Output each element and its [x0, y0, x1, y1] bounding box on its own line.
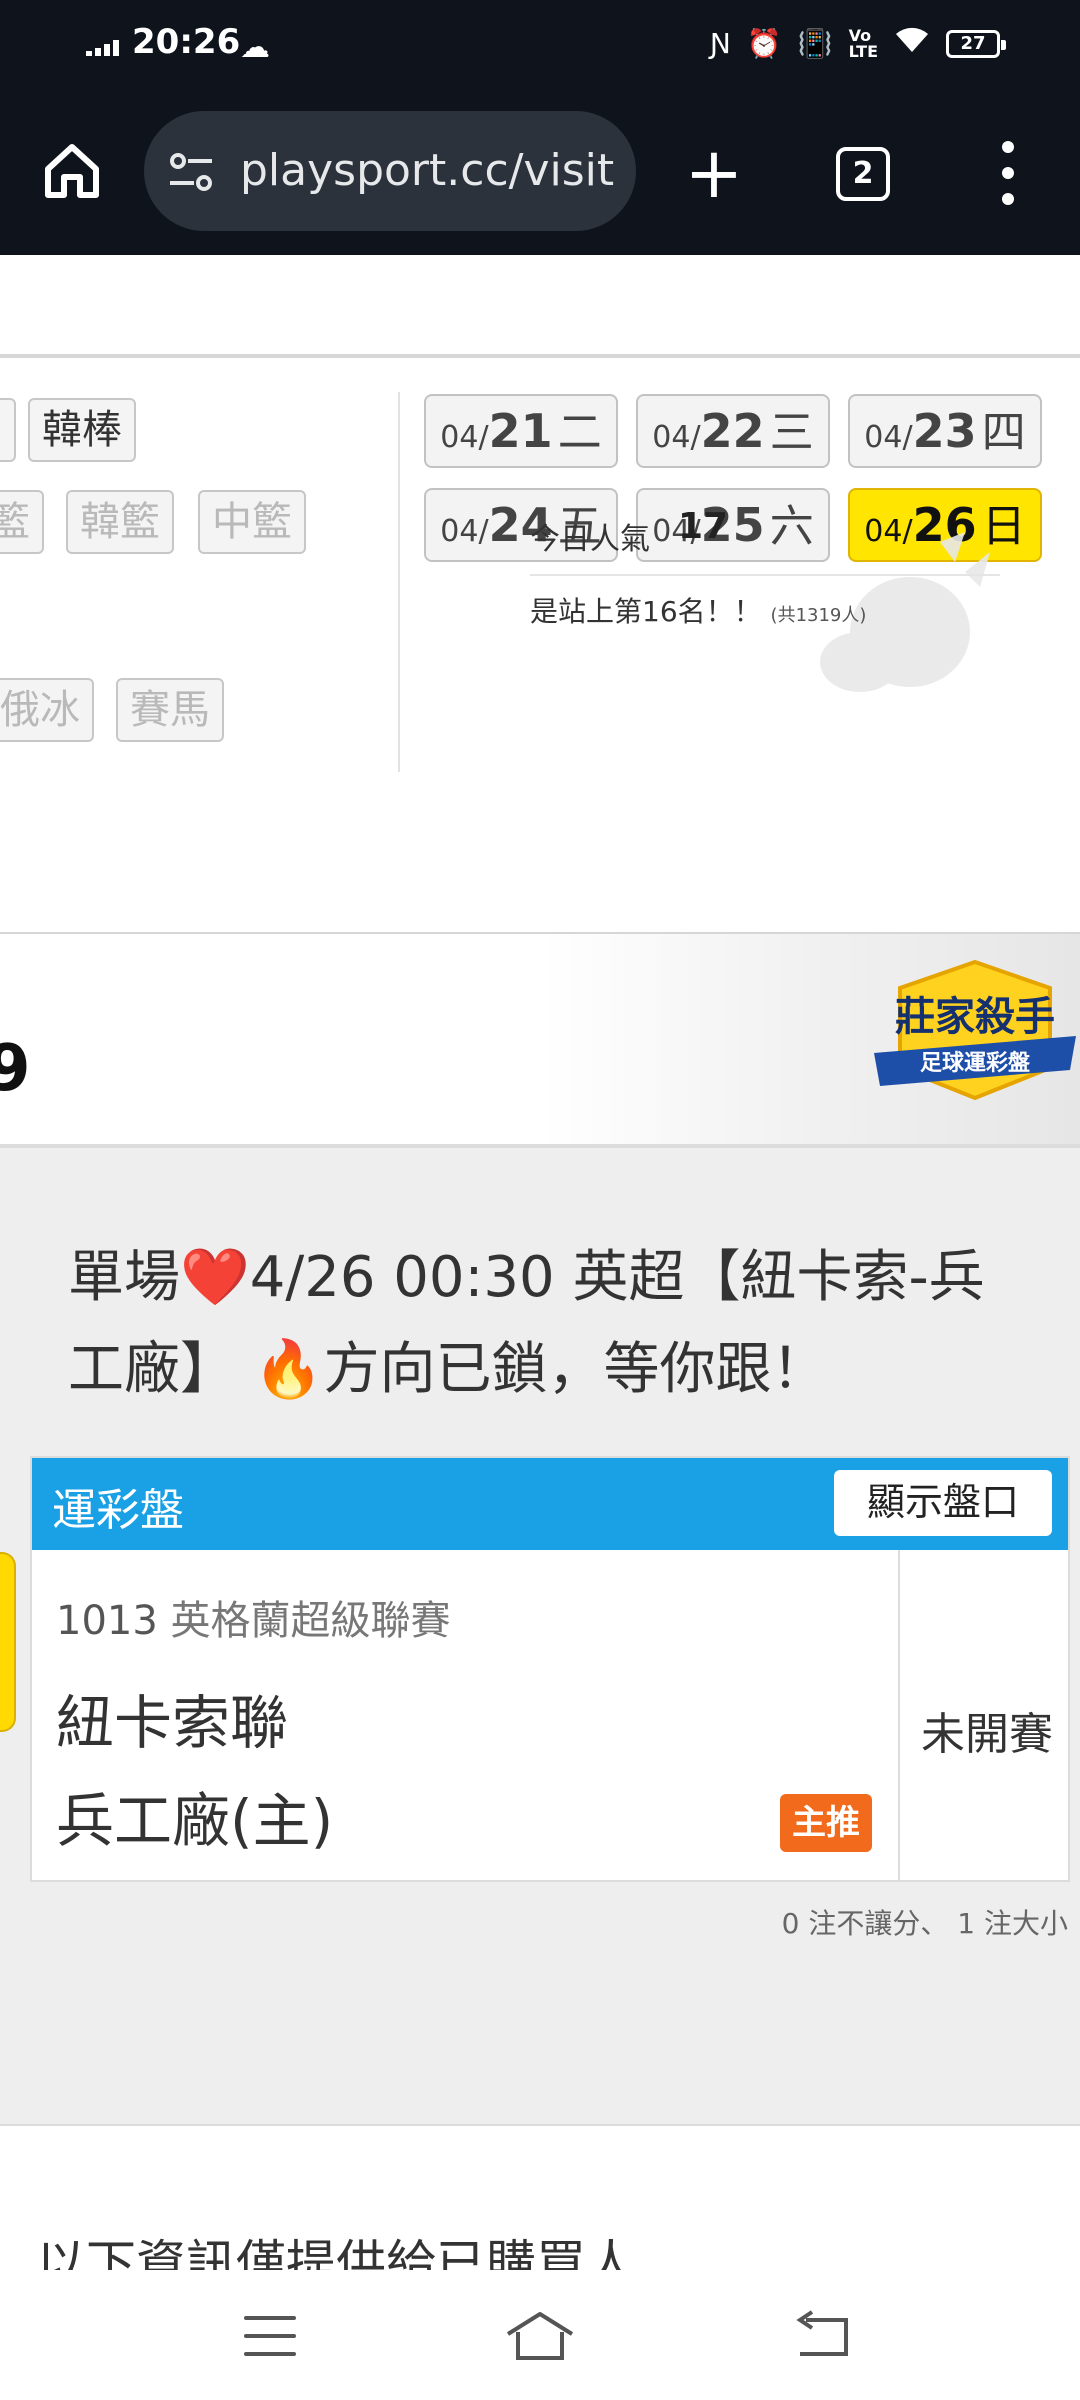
signal-icon — [86, 40, 124, 56]
panel-divider — [398, 392, 400, 772]
sport-tag-china-basketball[interactable]: 中籃 — [198, 490, 306, 554]
sport-date-panel: 韓棒 籃 韓籃 中籃 俄冰 賽馬 04/21 二 04/22 三 04/23 四… — [0, 362, 1080, 932]
recent-apps-icon[interactable] — [244, 2316, 296, 2356]
team-home: 兵工廠(主) — [56, 1787, 334, 1855]
odds-card-header: 運彩盤 顯示盤口 — [32, 1458, 1068, 1550]
address-bar[interactable]: playsport.cc/visit — [144, 111, 636, 231]
popularity-label: 今日人氣 — [530, 522, 650, 557]
system-nav-bar — [0, 2270, 1080, 2400]
popularity-value: 17 — [678, 506, 729, 547]
url-text: playsport.cc/visit — [240, 145, 615, 196]
fire-icon: 🔥 — [253, 1337, 324, 1402]
match-id: 1013 — [56, 1598, 158, 1644]
match-info: 1013 英格蘭超級聯賽 — [56, 1588, 451, 1646]
tab-switcher-button[interactable]: 2 — [836, 147, 890, 201]
bets-count-note: 0 注不讓分、 1 注大小 — [781, 1907, 1068, 1940]
sport-tag-horse-racing[interactable]: 賽馬 — [116, 678, 224, 742]
banner: 9 莊家殺手 足球運彩盤 — [0, 934, 1080, 1144]
banner-partial-number: 9 — [0, 1032, 31, 1106]
date-button-0422[interactable]: 04/22 三 — [636, 394, 830, 468]
alarm-icon: ⏰ — [746, 27, 782, 60]
status-icons: Ɲ ⏰ 📳 Vo LTE 27 — [709, 25, 1006, 61]
side-yellow-tab[interactable] — [0, 1552, 16, 1732]
popularity-divider — [530, 574, 1000, 576]
match-league: 英格蘭超級聯賽 — [170, 1598, 451, 1644]
match-status: 未開賽 — [921, 1709, 1053, 1760]
date-button-0421[interactable]: 04/21 二 — [424, 394, 618, 468]
logo-title: 莊家殺手 — [895, 994, 1055, 1040]
sport-tag-cut[interactable] — [0, 398, 16, 462]
vibrate-icon: 📳 — [797, 27, 833, 60]
volte-icon: Vo LTE — [848, 25, 878, 61]
nfc-icon: Ɲ — [709, 27, 731, 60]
status-time: 20:26 — [132, 22, 241, 62]
nav-home-icon[interactable] — [504, 2308, 576, 2364]
show-odds-button[interactable]: 顯示盤口 — [834, 1470, 1052, 1536]
status-bar: 20:26 ☁ Ɲ ⏰ 📳 Vo LTE 27 — [0, 0, 1080, 95]
odds-card: 運彩盤 顯示盤口 1013 英格蘭超級聯賽 紐卡索聯 兵工廠(主) 主推 未開賽 — [30, 1456, 1070, 1882]
browser-toolbar: playsport.cc/visit + 2 — [0, 95, 1080, 255]
more-menu-icon[interactable] — [996, 141, 1020, 205]
battery-icon: 27 — [946, 29, 1006, 58]
rank-total: (共1319人) — [770, 605, 867, 626]
heart-icon: ❤️ — [180, 1245, 250, 1310]
purchase-notice-text: 以下資訊僅提供給已購買人 — [36, 2235, 636, 2272]
nav-back-icon[interactable] — [792, 2310, 852, 2362]
sport-tag-russia-hockey[interactable]: 俄冰 — [0, 678, 94, 742]
sport-tag-basketball[interactable]: 籃 — [0, 490, 44, 554]
sport-tag-korean-baseball[interactable]: 韓棒 — [28, 398, 136, 462]
post-title: 單場❤️4/26 00:30 英超【紐卡索-兵工廠】 🔥方向已鎖，等你跟！ — [68, 1245, 985, 1402]
logo-subtitle: 足球運彩盤 — [920, 1050, 1031, 1076]
header-band — [0, 258, 1080, 358]
cloud-icon: ☁ — [240, 30, 270, 65]
date-button-0423[interactable]: 04/23 四 — [848, 394, 1042, 468]
team-away: 紐卡索聯 — [56, 1689, 289, 1757]
wifi-icon — [894, 26, 930, 61]
bookie-killer-logo[interactable]: 莊家殺手 足球運彩盤 — [870, 958, 1080, 1118]
sport-tag-korean-basketball[interactable]: 韓籃 — [66, 490, 174, 554]
new-tab-plus-icon[interactable]: + — [684, 138, 744, 208]
odds-divider — [898, 1550, 900, 1882]
rank-text: 是站上第16名！！ (共1319人) — [530, 595, 867, 628]
recommend-badge: 主推 — [780, 1794, 872, 1852]
home-icon[interactable] — [40, 139, 104, 203]
odds-type-label: 運彩盤 — [52, 1485, 184, 1536]
site-settings-icon[interactable] — [166, 147, 216, 197]
